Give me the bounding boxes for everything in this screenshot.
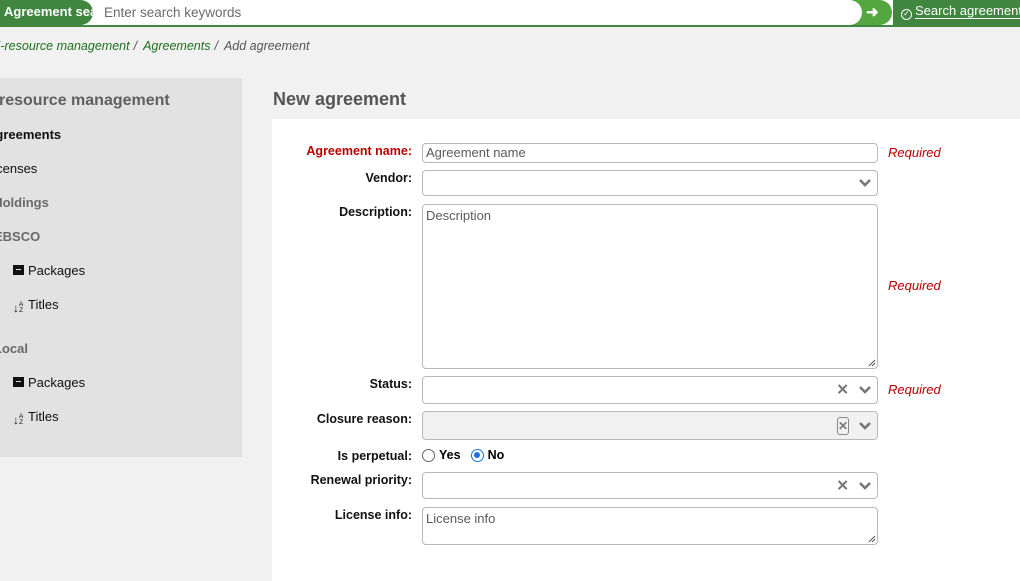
required-indicator: Required <box>888 382 941 397</box>
sidebar-item-ebsco-titles[interactable]: ↓A Z Titles <box>13 297 59 315</box>
search-tab-agreement-search[interactable]: Agreement search <box>0 0 117 25</box>
renewal-priority-label: Renewal priority: <box>310 473 412 487</box>
sort-alpha-down-icon: ↓A Z <box>13 412 24 427</box>
search-submit-button[interactable]: ➜ <box>848 0 892 25</box>
closure-reason-select[interactable]: ✕ <box>422 411 878 440</box>
breadcrumb: E-resource management / Agreements / Add agr… <box>0 39 309 53</box>
archive-icon <box>13 265 24 275</box>
search-agreements-link[interactable]: ✓ Search agreements <box>893 0 1020 25</box>
sidebar-item-label: Packages <box>28 263 86 278</box>
breadcrumb-e-resource-management[interactable]: E-resource management <box>0 39 130 53</box>
resize-grip-icon[interactable] <box>868 535 876 543</box>
required-indicator: Required <box>888 278 941 293</box>
license-info-field <box>422 507 878 545</box>
archive-icon <box>13 377 24 387</box>
is-perpetual-yes-radio[interactable] <box>422 448 435 462</box>
clear-icon[interactable]: ✕ <box>836 478 849 493</box>
check-circle-icon: ✓ <box>901 9 912 20</box>
required-indicator: Required <box>888 145 941 160</box>
is-perpetual-no-radio[interactable] <box>470 448 484 462</box>
header-search-bar: Agreement search ➜ ✓Search agreements <box>0 0 1020 27</box>
breadcrumb-separator: / <box>214 39 218 53</box>
is-perpetual-yes-label[interactable]: Yes <box>439 448 461 462</box>
closure-reason-label: Closure reason: <box>316 412 412 426</box>
sidebar-item-licenses[interactable]: Licenses <box>0 161 37 176</box>
agreement-name-field <box>422 143 878 163</box>
clear-icon[interactable]: ✕ <box>837 416 849 435</box>
license-info-label: License info: <box>334 508 412 522</box>
sort-alpha-down-icon: ↓A Z <box>13 300 24 315</box>
arrow-right-icon: ➜ <box>866 4 879 21</box>
resize-grip-icon[interactable] <box>868 359 876 367</box>
search-agreements-label: Search agreements <box>915 3 1020 18</box>
chevron-down-icon <box>859 179 871 187</box>
agreement-name-input[interactable] <box>423 144 877 162</box>
agreement-name-label: Agreement name: <box>306 144 412 158</box>
sidebar-item-ebsco-packages[interactable]: Packages <box>13 263 85 278</box>
sidebar-item-label: Titles <box>28 297 59 312</box>
breadcrumb-current: Add agreement <box>223 39 310 53</box>
sidebar: E-resource management Agreements License… <box>0 78 242 457</box>
sidebar-item-label: Titles <box>28 409 59 424</box>
description-label: Description: <box>339 205 412 219</box>
renewal-priority-select[interactable]: ✕ <box>422 472 878 499</box>
breadcrumb-agreements[interactable]: Agreements <box>143 39 210 53</box>
clear-icon[interactable]: ✕ <box>836 383 849 398</box>
chevron-down-icon <box>859 421 871 430</box>
page-title: New agreement <box>273 89 407 109</box>
status-select[interactable]: ✕ <box>422 376 878 404</box>
chevron-down-icon <box>859 386 871 394</box>
sidebar-item-local-packages[interactable]: Packages <box>13 375 85 390</box>
sidebar-item-agreements[interactable]: Agreements <box>0 127 61 142</box>
description-field <box>422 204 878 369</box>
search-input[interactable] <box>95 1 855 23</box>
vendor-select[interactable] <box>422 170 878 196</box>
breadcrumb-separator: / <box>133 39 138 53</box>
is-perpetual-no-label[interactable]: No <box>488 448 505 462</box>
sidebar-group-local: Local <box>0 341 28 356</box>
is-perpetual-radio-group: Yes No <box>422 448 514 462</box>
sidebar-title: E-resource management <box>0 92 170 109</box>
sidebar-group-eholdings: eHoldings <box>0 195 49 210</box>
sidebar-group-ebsco: EBSCO <box>0 229 41 244</box>
description-textarea[interactable] <box>423 205 877 368</box>
license-info-textarea[interactable] <box>423 508 877 544</box>
chevron-down-icon <box>859 481 871 490</box>
is-perpetual-label: Is perpetual: <box>337 449 412 463</box>
vendor-label: Vendor: <box>365 171 412 185</box>
sidebar-item-label: Packages <box>28 375 86 390</box>
sidebar-item-local-titles[interactable]: ↓A Z Titles <box>13 409 59 427</box>
status-label: Status: <box>369 377 412 391</box>
